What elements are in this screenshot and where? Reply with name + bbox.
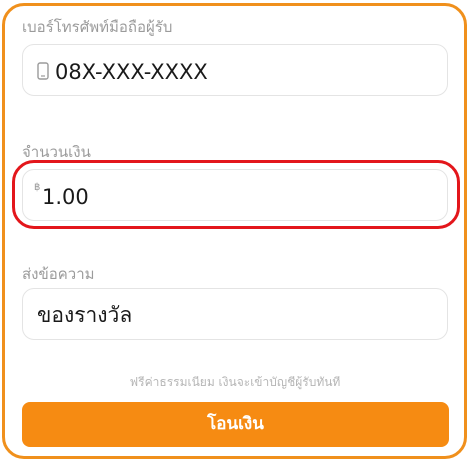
- phone-icon: [37, 62, 49, 80]
- phone-value: 08X-XXX-XXXX: [55, 60, 208, 84]
- transfer-button[interactable]: โอนเงิน: [22, 402, 449, 447]
- message-label: ส่งข้อความ: [22, 265, 95, 283]
- phone-field[interactable]: 08X-XXX-XXXX: [22, 44, 448, 96]
- amount-field[interactable]: ฿ 1.00: [22, 169, 448, 221]
- fee-note: ฟรีค่าธรรมเนียม เงินจะเข้าบัญชีผู้รับทัน…: [129, 375, 341, 389]
- amount-value: 1.00: [42, 185, 89, 209]
- baht-icon: ฿: [34, 182, 41, 193]
- message-field[interactable]: ของรางวัล: [22, 288, 448, 340]
- message-value: ของรางวัล: [37, 303, 133, 327]
- phone-label: เบอร์โทรศัพท์มือถือผู้รับ: [22, 18, 173, 36]
